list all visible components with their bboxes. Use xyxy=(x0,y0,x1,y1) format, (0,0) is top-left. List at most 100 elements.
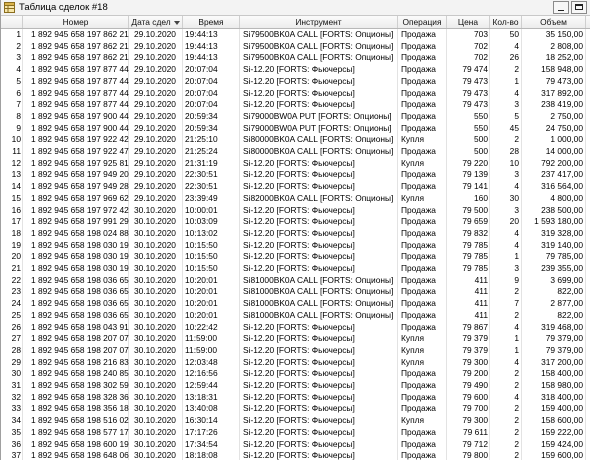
cell-operation: Продажа xyxy=(401,274,436,285)
cell-instrument: Si-12.20 [FORTS: Фьючерсы] xyxy=(243,403,355,414)
table-row[interactable]: 34 1 892 945 658 198 516 029 30.10.2020 16:… xyxy=(1,415,590,427)
cell-price: 160 xyxy=(474,192,488,203)
column-header-volume[interactable]: Объем xyxy=(522,16,586,28)
cell-volume: 158 948,00 xyxy=(541,64,583,75)
table-row[interactable]: 22 1 892 945 658 198 036 653 30.10.2020 10:… xyxy=(1,275,590,287)
table-row[interactable]: 31 1 892 945 658 198 302 594 30.10.2020 12:… xyxy=(1,380,590,392)
table-row[interactable]: 16 1 892 945 658 197 972 425 30.10.2020 10:… xyxy=(1,205,590,217)
table-row[interactable]: 9 1 892 945 658 197 900 443 29.10.2020 20:5… xyxy=(1,123,590,135)
cell-operation: Продажа xyxy=(401,298,436,309)
cell-volume: 238 419,00 xyxy=(541,99,583,110)
table-row[interactable]: 1 1 892 945 658 197 862 212 29.10.2020 19:4… xyxy=(1,29,590,41)
cell-trade-number: 1 892 945 658 197 925 819 xyxy=(31,157,129,168)
cell-quantity: 4 xyxy=(514,356,519,367)
table-row[interactable]: 14 1 892 945 658 197 949 281 29.10.2020 22:… xyxy=(1,181,590,193)
table-row[interactable]: 4 1 892 945 658 197 877 442 29.10.2020 20:0… xyxy=(1,64,590,76)
column-header-quantity[interactable]: Кол-во xyxy=(490,16,522,28)
title-bar[interactable]: Таблица сделок #18 xyxy=(1,0,590,16)
cell-volume: 822,00 xyxy=(557,286,583,297)
cell-row-index: 2 xyxy=(16,40,21,51)
cell-operation: Продажа xyxy=(401,426,436,437)
cell-trade-date: 30.10.2020 xyxy=(134,391,176,402)
cell-price: 500 xyxy=(474,134,488,145)
table-row[interactable]: 36 1 892 945 658 198 600 192 30.10.2020 17:… xyxy=(1,439,590,451)
maximize-button[interactable] xyxy=(571,1,587,14)
cell-volume: 316 564,00 xyxy=(541,181,583,192)
cell-trade-number: 1 892 945 658 198 577 170 xyxy=(31,426,129,437)
minimize-button[interactable] xyxy=(553,1,569,14)
column-header-operation[interactable]: Операция xyxy=(398,16,447,28)
cell-trade-number: 1 892 945 658 197 922 421 xyxy=(31,134,129,145)
table-row[interactable]: 21 1 892 945 658 198 030 197 30.10.2020 10:… xyxy=(1,263,590,275)
table-row[interactable]: 12 1 892 945 658 197 925 819 29.10.2020 21:… xyxy=(1,158,590,170)
cell-row-index: 31 xyxy=(11,380,21,390)
table-row[interactable]: 29 1 892 945 658 198 216 838 30.10.2020 12:… xyxy=(1,357,590,369)
table-row[interactable]: 6 1 892 945 658 197 877 444 29.10.2020 20:0… xyxy=(1,88,590,100)
table-row[interactable]: 15 1 892 945 658 197 969 629 29.10.2020 23:… xyxy=(1,193,590,205)
table-row[interactable]: 26 1 892 945 658 198 043 917 30.10.2020 10:… xyxy=(1,322,590,334)
column-header-trade-date[interactable]: Дата сдел xyxy=(129,16,183,28)
table-row[interactable]: 13 1 892 945 658 197 949 206 29.10.2020 22:… xyxy=(1,169,590,181)
column-header-label: Операция xyxy=(402,17,442,27)
table-row[interactable]: 11 1 892 945 658 197 922 476 29.10.2020 21:… xyxy=(1,146,590,158)
table-row[interactable]: 19 1 892 945 658 198 030 195 30.10.2020 10:… xyxy=(1,240,590,252)
cell-instrument: Si79500BK0A CALL [FORTS: Опционы] xyxy=(243,40,394,51)
cell-operation: Продажа xyxy=(401,146,436,156)
table-row[interactable]: 5 1 892 945 658 197 877 443 29.10.2020 20:0… xyxy=(1,76,590,88)
column-header-label: Номер xyxy=(62,17,89,27)
column-header-price[interactable]: Цена xyxy=(447,16,490,28)
table-row[interactable]: 17 1 892 945 658 197 991 298 30.10.2020 10:… xyxy=(1,216,590,228)
cell-trade-time: 20:07:04 xyxy=(185,87,218,98)
cell-row-index: 4 xyxy=(16,64,21,75)
cell-row-index: 35 xyxy=(11,426,21,437)
cell-quantity: 1 xyxy=(514,333,519,344)
column-header-trade-time[interactable]: Время xyxy=(183,16,240,28)
cell-instrument: Si81000BK0A CALL [FORTS: Опционы] xyxy=(243,274,394,285)
cell-trade-number: 1 892 945 658 198 024 885 xyxy=(31,227,129,238)
table-row[interactable]: 28 1 892 945 658 198 207 076 30.10.2020 11:… xyxy=(1,345,590,357)
table-row[interactable]: 35 1 892 945 658 198 577 170 30.10.2020 17:… xyxy=(1,427,590,439)
table-row[interactable]: 24 1 892 945 658 198 036 655 30.10.2020 10:… xyxy=(1,298,590,310)
cell-price: 79 712 xyxy=(462,438,488,449)
cell-instrument: Si80000BK0A CALL [FORTS: Опционы] xyxy=(243,146,394,156)
table-row[interactable]: 10 1 892 945 658 197 922 421 29.10.2020 21:… xyxy=(1,134,590,146)
cell-trade-date: 29.10.2020 xyxy=(134,40,176,51)
table-row[interactable]: 2 1 892 945 658 197 862 213 29.10.2020 19:4… xyxy=(1,41,590,53)
cell-trade-number: 1 892 945 658 197 949 206 xyxy=(31,169,129,180)
table-row[interactable]: 37 1 892 945 658 198 648 063 30.10.2020 18:… xyxy=(1,450,590,462)
cell-trade-time: 20:07:04 xyxy=(185,99,218,110)
cell-operation: Продажа xyxy=(401,438,436,449)
cell-operation: Купля xyxy=(401,344,425,355)
cell-trade-date: 30.10.2020 xyxy=(134,450,176,461)
column-header-instrument[interactable]: Инструмент xyxy=(240,16,398,28)
cell-trade-number: 1 892 945 658 198 207 073 xyxy=(31,333,129,344)
cell-instrument: Si82000BK0A CALL [FORTS: Опционы] xyxy=(243,192,394,203)
table-row[interactable]: 20 1 892 945 658 198 030 196 30.10.2020 10:… xyxy=(1,251,590,263)
table-row[interactable]: 23 1 892 945 658 198 036 654 30.10.2020 10:… xyxy=(1,286,590,298)
table-row[interactable]: 33 1 892 945 658 198 356 185 30.10.2020 13:… xyxy=(1,403,590,415)
cell-operation: Продажа xyxy=(401,450,436,461)
cell-quantity: 4 xyxy=(514,321,519,332)
cell-operation: Купля xyxy=(401,134,425,145)
table-row[interactable]: 3 1 892 945 658 197 862 214 29.10.2020 19:4… xyxy=(1,52,590,64)
cell-trade-date: 30.10.2020 xyxy=(134,274,176,285)
table-row[interactable]: 30 1 892 945 658 198 240 858 30.10.2020 12:… xyxy=(1,368,590,380)
table-row[interactable]: 27 1 892 945 658 198 207 073 30.10.2020 11:… xyxy=(1,333,590,345)
cell-instrument: Si80000BK0A CALL [FORTS: Опционы] xyxy=(243,134,394,145)
cell-trade-number: 1 892 945 658 197 877 445 xyxy=(31,99,129,110)
table-row[interactable]: 32 1 892 945 658 198 328 360 30.10.2020 13:… xyxy=(1,392,590,404)
cell-operation: Продажа xyxy=(401,169,436,180)
cell-trade-time: 10:00:01 xyxy=(185,204,218,215)
table-row[interactable]: 25 1 892 945 658 198 036 656 30.10.2020 10:… xyxy=(1,310,590,322)
column-header-row-index[interactable] xyxy=(1,16,23,28)
cell-trade-date: 29.10.2020 xyxy=(134,134,176,145)
table-row[interactable]: 8 1 892 945 658 197 900 442 29.10.2020 20:5… xyxy=(1,111,590,123)
table-row[interactable]: 18 1 892 945 658 198 024 885 30.10.2020 10:… xyxy=(1,228,590,240)
table-row[interactable]: 7 1 892 945 658 197 877 445 29.10.2020 20:0… xyxy=(1,99,590,111)
cell-instrument: Si-12.20 [FORTS: Фьючерсы] xyxy=(243,391,355,402)
cell-trade-number: 1 892 945 658 198 030 196 xyxy=(31,251,129,262)
column-header-trade-number[interactable]: Номер xyxy=(23,16,129,28)
cell-trade-time: 10:20:01 xyxy=(185,309,218,320)
cell-quantity: 1 xyxy=(514,75,519,86)
cell-trade-date: 29.10.2020 xyxy=(134,169,176,180)
